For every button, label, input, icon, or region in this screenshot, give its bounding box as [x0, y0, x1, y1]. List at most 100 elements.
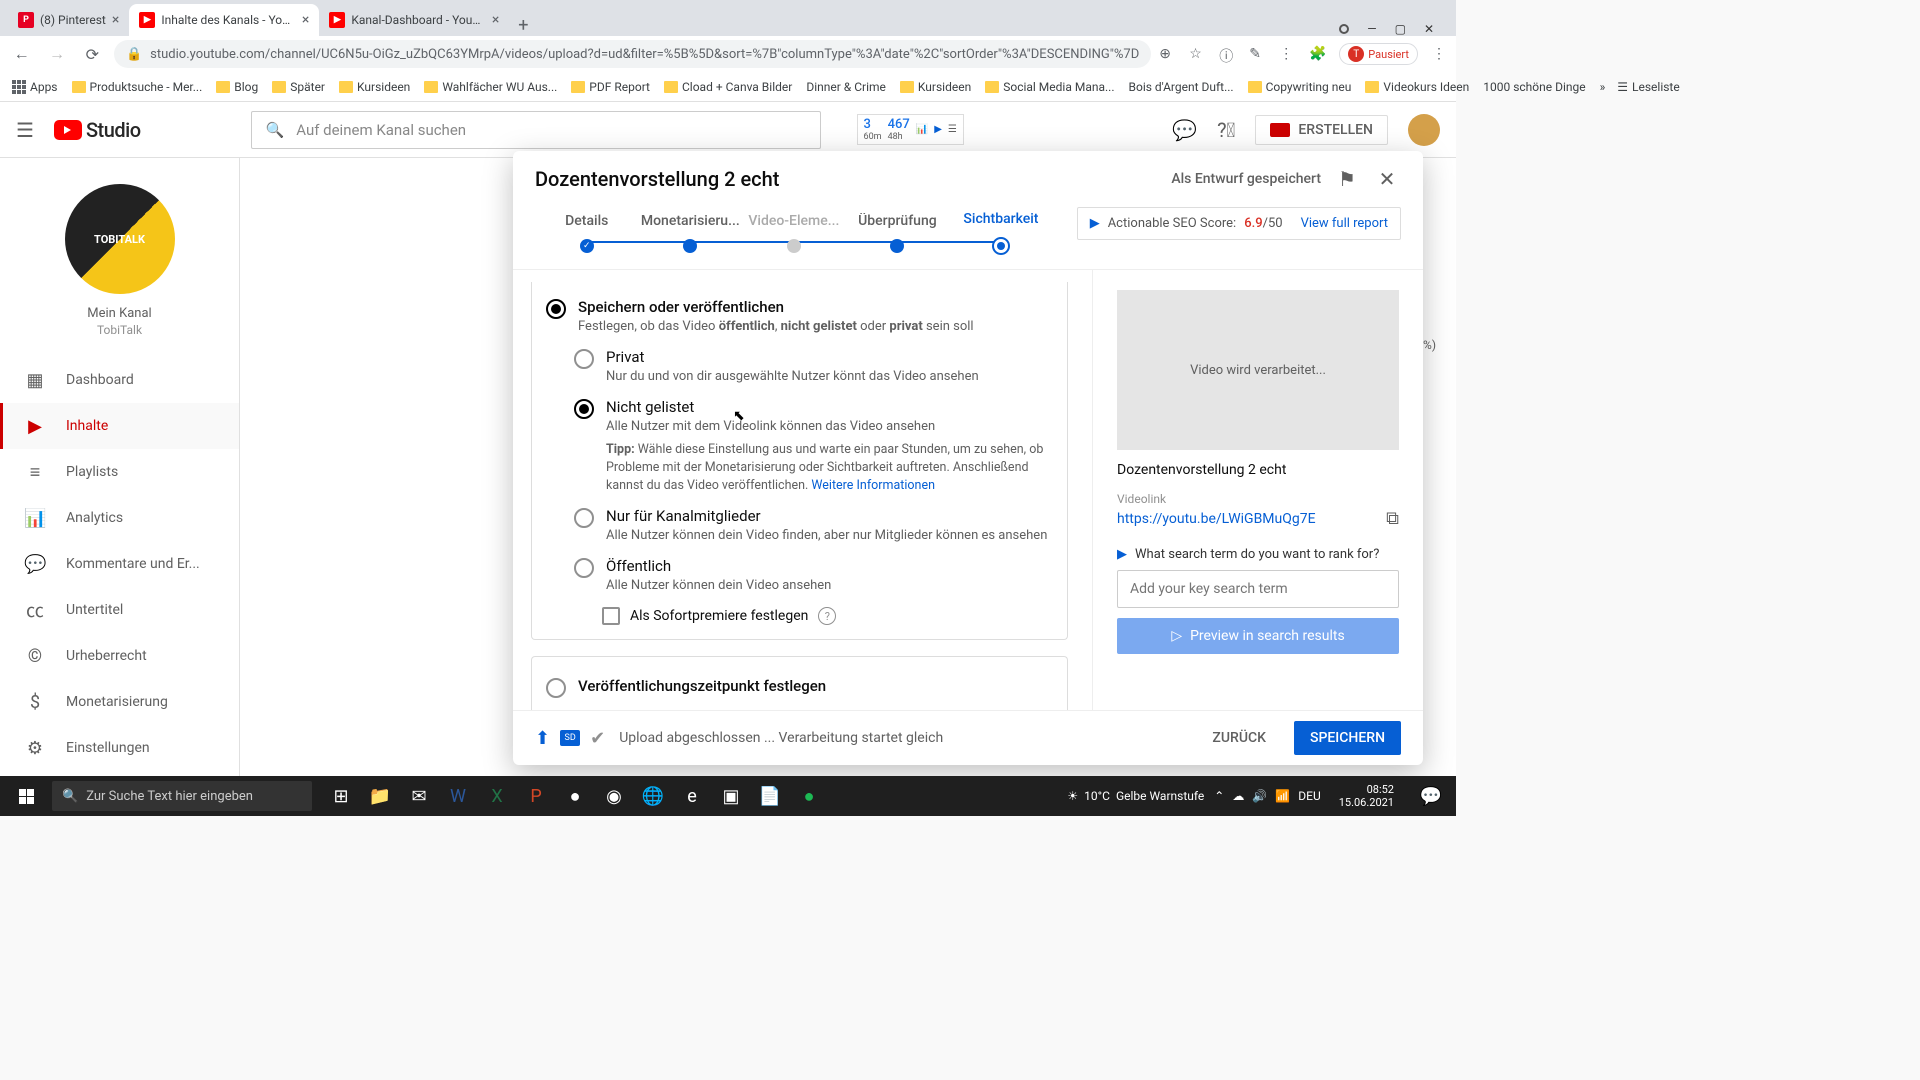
notepad-icon[interactable]: 📄 — [751, 777, 789, 815]
bookmark-item[interactable]: Blog — [216, 80, 258, 94]
bookmark-item[interactable]: PDF Report — [571, 80, 650, 94]
sidebar-item-settings[interactable]: ⚙Einstellungen — [0, 725, 239, 771]
close-icon[interactable]: ✕ — [1373, 167, 1401, 191]
more-info-link[interactable]: Weitere Informationen — [811, 478, 935, 493]
view-report-link[interactable]: View full report — [1301, 216, 1388, 231]
extension-icon[interactable]: ⋮ — [1279, 46, 1295, 62]
radio-save-publish[interactable] — [546, 299, 566, 319]
maximize-button[interactable]: ▢ — [1395, 22, 1406, 36]
avatar[interactable] — [1408, 114, 1440, 146]
menu-icon[interactable]: ⋮ — [1432, 46, 1448, 62]
extension-icon[interactable]: ✎ — [1249, 46, 1265, 62]
channel-avatar[interactable]: TOBITALK — [65, 184, 175, 294]
task-view-icon[interactable]: ⊞ — [322, 777, 360, 815]
browser-tab[interactable]: ▶ Inhalte des Kanals - YouTube St × — [129, 4, 319, 36]
radio-unlisted[interactable] — [574, 399, 594, 419]
sidebar-item-comments[interactable]: 💬Kommentare und Er... — [0, 541, 239, 587]
checkbox-premiere[interactable] — [602, 607, 620, 625]
sidebar-item-content[interactable]: ▶Inhalte — [0, 403, 239, 449]
taskbar-search[interactable]: 🔍 Zur Suche Text hier eingeben — [52, 781, 312, 811]
zoom-icon[interactable]: ⊕ — [1159, 46, 1175, 62]
step-visibility[interactable]: Sichtbarkeit — [949, 211, 1053, 255]
sidebar-item-monetization[interactable]: $Monetarisierung — [0, 679, 239, 725]
close-icon[interactable]: × — [492, 12, 499, 28]
bookmark-item[interactable]: Social Media Mana... — [985, 80, 1114, 94]
step-monetization[interactable]: Monetarisieru... — [639, 213, 743, 253]
minimize-button[interactable]: — — [1367, 22, 1376, 36]
step-review[interactable]: Überprüfung — [846, 213, 950, 253]
feedback-icon[interactable]: ⚑ — [1333, 167, 1361, 191]
explorer-icon[interactable]: 📁 — [361, 777, 399, 815]
radio-members[interactable] — [574, 508, 594, 528]
new-tab-button[interactable]: + — [509, 15, 537, 36]
address-bar[interactable]: 🔒 studio.youtube.com/channel/UC6N5u-OiGz… — [114, 40, 1151, 68]
extension-icon[interactable]: ⓘ — [1219, 46, 1235, 62]
bookmark-overflow[interactable]: » — [1600, 80, 1606, 94]
save-button[interactable]: SPEICHERN — [1294, 721, 1401, 755]
wifi-icon[interactable]: 📶 — [1275, 789, 1290, 803]
radio-schedule[interactable] — [546, 678, 566, 698]
chrome-icon[interactable]: 🌐 — [634, 777, 672, 815]
bookmark-item[interactable]: Produktsuche - Mer... — [72, 80, 203, 94]
help-icon[interactable]: ? — [818, 607, 836, 625]
spotify-icon[interactable]: ● — [790, 777, 828, 815]
menu-icon[interactable]: ☰ — [16, 118, 34, 142]
app-icon[interactable]: ● — [556, 777, 594, 815]
app-icon[interactable]: ▣ — [712, 777, 750, 815]
onedrive-icon[interactable]: ☁ — [1232, 789, 1244, 803]
sidebar-item-subtitles[interactable]: ㏄Untertitel — [0, 587, 239, 633]
account-icon[interactable] — [1339, 24, 1349, 34]
bookmark-item[interactable]: 1000 schöne Dinge — [1483, 80, 1585, 94]
help-icon[interactable]: ?⃝ — [1217, 118, 1235, 142]
copy-icon[interactable]: ⧉ — [1386, 508, 1399, 529]
sidebar-item-dashboard[interactable]: ▦Dashboard — [0, 357, 239, 403]
extensions-icon[interactable]: 🧩 — [1309, 46, 1325, 62]
obs-icon[interactable]: ◉ — [595, 777, 633, 815]
close-button[interactable]: ✕ — [1424, 22, 1434, 36]
seo-input[interactable] — [1117, 570, 1399, 608]
sidebar-item-analytics[interactable]: 📊Analytics — [0, 495, 239, 541]
step-details[interactable]: Details — [535, 213, 639, 253]
sidebar-item-copyright[interactable]: ©Urheberrecht — [0, 633, 239, 679]
weather-widget[interactable]: ☀ 10°C Gelbe Warnstufe — [1067, 789, 1204, 803]
bookmark-item[interactable]: Copywriting neu — [1248, 80, 1352, 94]
readlist-button[interactable]: ☰Leseliste — [1617, 80, 1679, 94]
chat-icon[interactable]: 💬 — [1172, 118, 1197, 142]
browser-tab[interactable]: ▶ Kanal-Dashboard - YouTube Stu × — [319, 4, 509, 36]
preview-search-button[interactable]: ▷ Preview in search results — [1117, 618, 1399, 654]
word-icon[interactable]: W — [439, 777, 477, 815]
excel-icon[interactable]: X — [478, 777, 516, 815]
back-button[interactable]: ← — [8, 40, 35, 68]
radio-private[interactable] — [574, 349, 594, 369]
bookmark-item[interactable]: Videokurs Ideen — [1365, 80, 1469, 94]
clock[interactable]: 08:52 15.06.2021 — [1331, 783, 1402, 809]
star-icon[interactable]: ☆ — [1189, 46, 1205, 62]
youtube-studio-logo[interactable]: Studio — [54, 118, 141, 142]
radio-public[interactable] — [574, 558, 594, 578]
language-indicator[interactable]: DEU — [1298, 789, 1320, 803]
bookmark-item[interactable]: Später — [272, 80, 325, 94]
close-icon[interactable]: × — [302, 12, 309, 28]
reload-button[interactable]: ⟳ — [79, 40, 106, 68]
bookmark-item[interactable]: Kursideen — [900, 80, 971, 94]
bookmark-item[interactable]: Wahlfächer WU Aus... — [424, 80, 557, 94]
start-button[interactable] — [6, 776, 46, 816]
forward-button[interactable]: → — [43, 40, 70, 68]
time-badge[interactable]: 360m 46748h 📊 ▶ ☰ — [857, 114, 964, 145]
create-button[interactable]: ERSTELLEN — [1255, 115, 1388, 145]
browser-tab[interactable]: P (8) Pinterest × — [8, 4, 129, 36]
step-elements[interactable]: Video-Eleme... — [742, 213, 846, 253]
search-input[interactable]: 🔍 Auf deinem Kanal suchen — [251, 111, 821, 149]
bookmark-item[interactable]: Cload + Canva Bilder — [664, 80, 792, 94]
chevron-up-icon[interactable]: ⌃ — [1214, 789, 1224, 803]
back-button[interactable]: ZURÜCK — [1198, 722, 1280, 754]
bookmark-item[interactable]: Bois d'Argent Duft... — [1129, 80, 1234, 94]
edge-icon[interactable]: e — [673, 777, 711, 815]
powerpoint-icon[interactable]: P — [517, 777, 555, 815]
notifications-icon[interactable]: 💬 — [1412, 777, 1450, 815]
profile-badge[interactable]: T Pausiert — [1339, 43, 1418, 65]
apps-button[interactable]: Apps — [12, 80, 58, 94]
video-link[interactable]: https://youtu.be/LWiGBMuQg7E — [1117, 511, 1374, 527]
bookmark-item[interactable]: Kursideen — [339, 80, 410, 94]
sidebar-item-playlists[interactable]: ≡Playlists — [0, 449, 239, 495]
